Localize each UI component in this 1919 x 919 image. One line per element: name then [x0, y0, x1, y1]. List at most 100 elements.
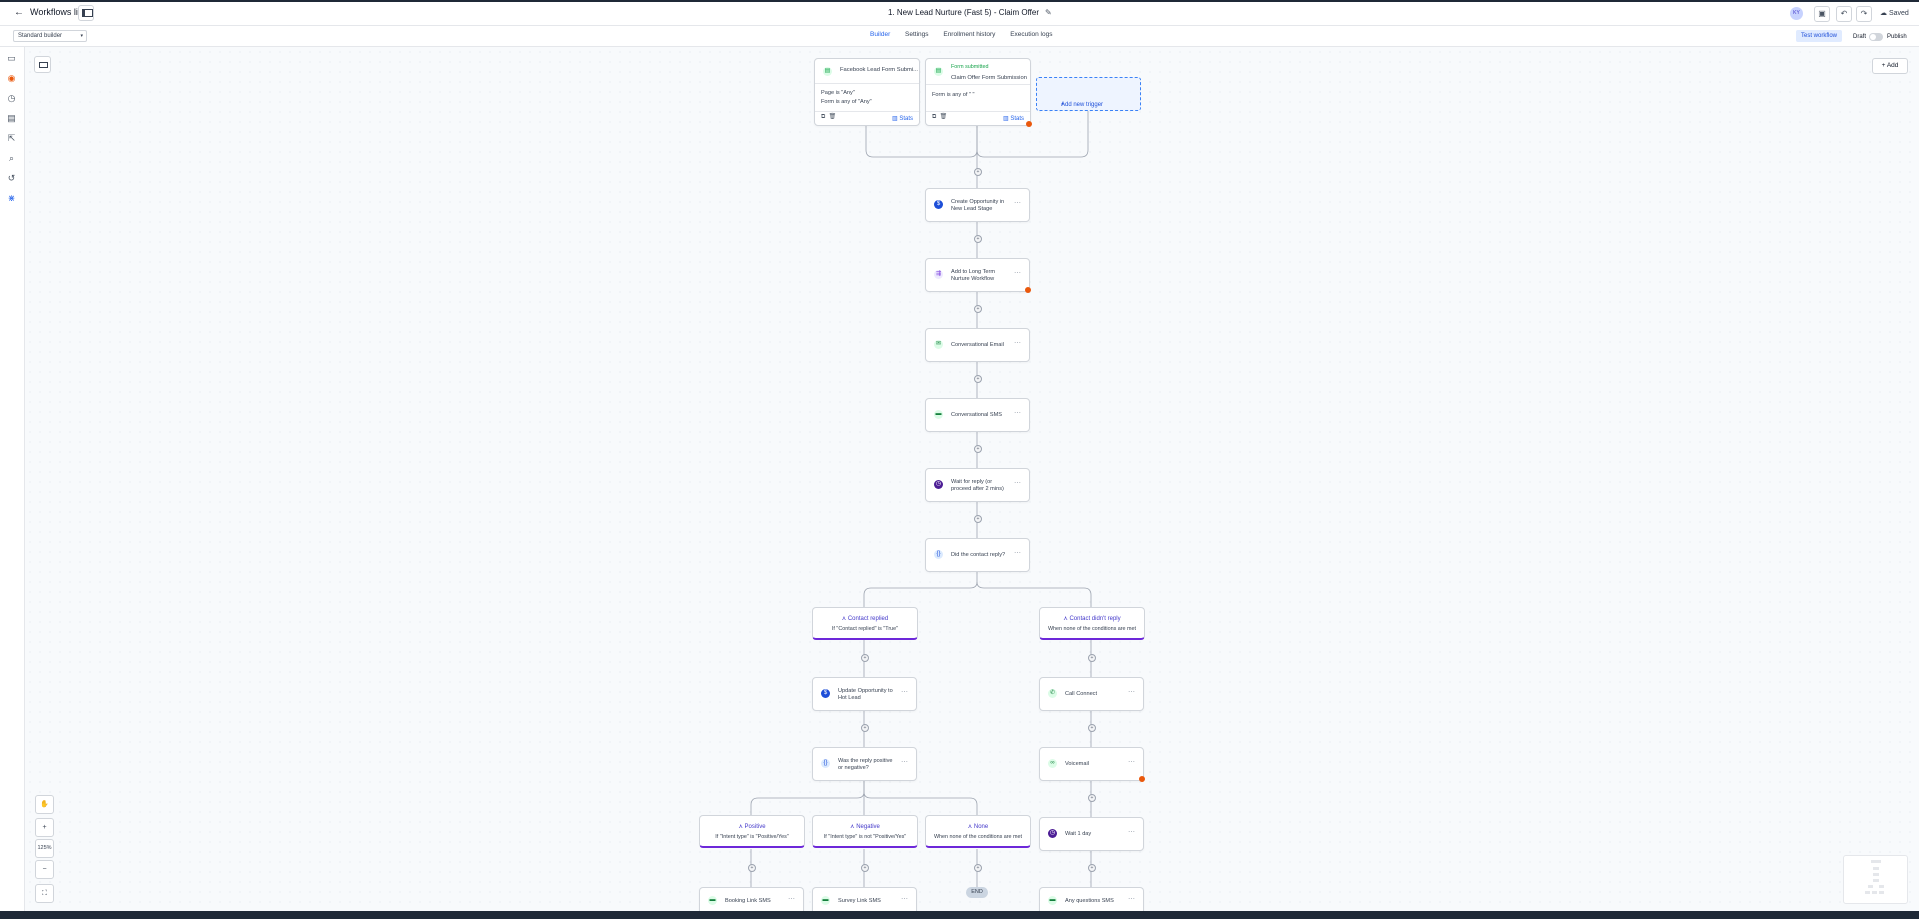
trigger-facebook-lead-form[interactable]: ▤ Facebook Lead Form Submi... Page is "A… [814, 58, 920, 126]
trigger-condition: Form is any of "Any" [821, 99, 872, 105]
trigger-claim-offer-form[interactable]: ▤ Form submitted Claim Offer Form Submis… [925, 58, 1031, 126]
canvas-panel-button[interactable] [34, 56, 51, 73]
trigger-condition: Page is "Any" [821, 90, 855, 96]
more-icon[interactable]: ⋯ [1128, 895, 1135, 903]
condition-icon: {} [934, 550, 943, 559]
action-label: Any questions SMS [1065, 898, 1114, 904]
stats-link[interactable]: ▥ Stats [1003, 115, 1024, 122]
more-icon[interactable]: ⋯ [788, 895, 795, 903]
add-step-button[interactable]: + [974, 235, 982, 243]
zoom-in-button[interactable]: + [35, 818, 54, 837]
branch-title: ⋏ Positive [700, 823, 804, 830]
action-voicemail[interactable]: ∞ Voicemail ⋯ [1039, 747, 1144, 781]
add-step-button[interactable]: + [861, 724, 869, 732]
add-step-button[interactable]: + [974, 515, 982, 523]
zoom-out-button[interactable]: − [35, 860, 54, 879]
more-icon[interactable]: ⋯ [1014, 549, 1021, 557]
add-step-button[interactable]: + [1088, 794, 1096, 802]
action-call-connect[interactable]: ✆ Call Connect ⋯ [1039, 677, 1144, 711]
trigger-actions: ⧉ 🗑 [821, 113, 836, 121]
more-icon[interactable]: ⋯ [1128, 828, 1135, 836]
action-label: Wait for reply (or proceed after 2 mins) [951, 479, 1004, 492]
clock-icon: ◷ [1048, 829, 1057, 838]
action-wait-for-reply[interactable]: ◷ Wait for reply (or proceed after 2 min… [925, 468, 1030, 502]
add-step-button[interactable]: + [861, 864, 869, 872]
branch-contact-didnt-reply[interactable]: ⋏ Contact didn't reply When none of the … [1039, 607, 1145, 640]
action-create-opportunity[interactable]: $ Create Opportunity in New Lead Stage ⋯ [925, 188, 1030, 222]
form-icon: ▤ [934, 67, 943, 76]
branch-contact-replied[interactable]: ⋏ Contact replied If "Contact replied" i… [812, 607, 918, 640]
trash-icon[interactable]: 🗑 [829, 114, 837, 120]
zoom-level: 125% [35, 839, 54, 858]
form-icon: ▤ [823, 67, 832, 76]
action-add-to-workflow[interactable]: ⇶ Add to Long Term Nurture Workflow ⋯ [925, 258, 1030, 292]
minus-icon: − [42, 866, 47, 873]
action-survey-link-sms[interactable]: ▬ Survey Link SMS ⋯ [812, 887, 917, 912]
fit-view-button[interactable]: ⛶ [35, 884, 54, 903]
divider [815, 83, 919, 84]
more-icon[interactable]: ⋯ [1128, 688, 1135, 696]
clock-icon: ◷ [934, 480, 943, 489]
action-label: Call Connect [1065, 691, 1098, 697]
sms-icon: ▬ [821, 896, 830, 905]
copy-icon[interactable]: ⧉ [932, 114, 936, 120]
minimap[interactable] [1843, 855, 1908, 904]
add-step-button[interactable]: + [861, 654, 869, 662]
add-step-button[interactable]: + [974, 305, 982, 313]
branch-title: ⋏ Contact replied [813, 615, 917, 622]
more-icon[interactable]: ⋯ [1014, 269, 1021, 277]
trigger-condition: Form is any of " " [932, 92, 975, 98]
more-icon[interactable]: ⋯ [1014, 199, 1021, 207]
action-conversational-email[interactable]: ✉ Conversational Email ⋯ [925, 328, 1030, 362]
error-badge[interactable] [1026, 121, 1032, 127]
more-icon[interactable]: ⋯ [901, 758, 908, 766]
action-did-contact-reply[interactable]: {} Did the contact reply? ⋯ [925, 538, 1030, 572]
add-label: Add [1886, 62, 1899, 69]
copy-icon[interactable]: ⧉ [821, 114, 825, 120]
branch-condition: If "Intent type" is "Positive/Yes" [715, 834, 789, 840]
more-icon[interactable]: ⋯ [1014, 409, 1021, 417]
add-button[interactable]: + Add [1872, 58, 1908, 74]
stats-link[interactable]: ▥ Stats [892, 115, 913, 122]
trash-icon[interactable]: 🗑 [940, 114, 948, 120]
add-step-button[interactable]: + [1088, 654, 1096, 662]
action-label: Voicemail [1065, 761, 1089, 767]
action-conversational-sms[interactable]: ▬ Conversational SMS ⋯ [925, 398, 1030, 432]
more-icon[interactable]: ⋯ [901, 895, 908, 903]
add-step-button[interactable]: + [1088, 724, 1096, 732]
add-step-button[interactable]: + [974, 168, 982, 176]
branch-negative[interactable]: ⋏ Negative If "Intent type" is not "Posi… [812, 815, 918, 848]
divider [926, 111, 1030, 112]
action-was-reply-positive[interactable]: {} Was the reply positive or negative? ⋯ [812, 747, 917, 781]
error-badge[interactable] [1025, 287, 1031, 293]
add-new-trigger-button[interactable]: + Add new trigger [1036, 77, 1141, 111]
action-update-opportunity[interactable]: $ Update Opportunity to Hot Lead ⋯ [812, 677, 917, 711]
action-any-questions-sms[interactable]: ▬ Any questions SMS ⋯ [1039, 887, 1144, 912]
branch-title: ⋏ Contact didn't reply [1040, 615, 1144, 622]
sms-icon: ▬ [1048, 896, 1057, 905]
dollar-icon: $ [821, 689, 830, 698]
branch-title: ⋏ Negative [813, 823, 917, 830]
branch-condition: If "Contact replied" is "True" [831, 626, 899, 632]
condition-icon: {} [821, 759, 830, 768]
more-icon[interactable]: ⋯ [1014, 339, 1021, 347]
action-wait-1-day[interactable]: ◷ Wait 1 day ⋯ [1039, 817, 1144, 851]
more-icon[interactable]: ⋯ [1014, 479, 1021, 487]
add-step-button[interactable]: + [974, 445, 982, 453]
add-step-button[interactable]: + [974, 375, 982, 383]
add-step-button[interactable]: + [748, 864, 756, 872]
action-label: Did the contact reply? [951, 552, 1006, 558]
sms-icon: ▬ [708, 896, 717, 905]
branch-positive[interactable]: ⋏ Positive If "Intent type" is "Positive… [699, 815, 805, 848]
branch-title-text: None [973, 824, 989, 830]
branch-none[interactable]: ⋏ None When none of the conditions are m… [925, 815, 1031, 848]
add-step-button[interactable]: + [1088, 864, 1096, 872]
action-label: Update Opportunity to Hot Lead [838, 688, 893, 701]
more-icon[interactable]: ⋯ [1128, 758, 1135, 766]
action-booking-link-sms[interactable]: ▬ Booking Link SMS ⋯ [699, 887, 804, 912]
end-node: END [966, 887, 988, 898]
pan-hand-button[interactable]: ✋ [35, 795, 54, 814]
error-badge[interactable] [1139, 776, 1145, 782]
more-icon[interactable]: ⋯ [901, 688, 908, 696]
add-step-button[interactable]: + [974, 864, 982, 872]
